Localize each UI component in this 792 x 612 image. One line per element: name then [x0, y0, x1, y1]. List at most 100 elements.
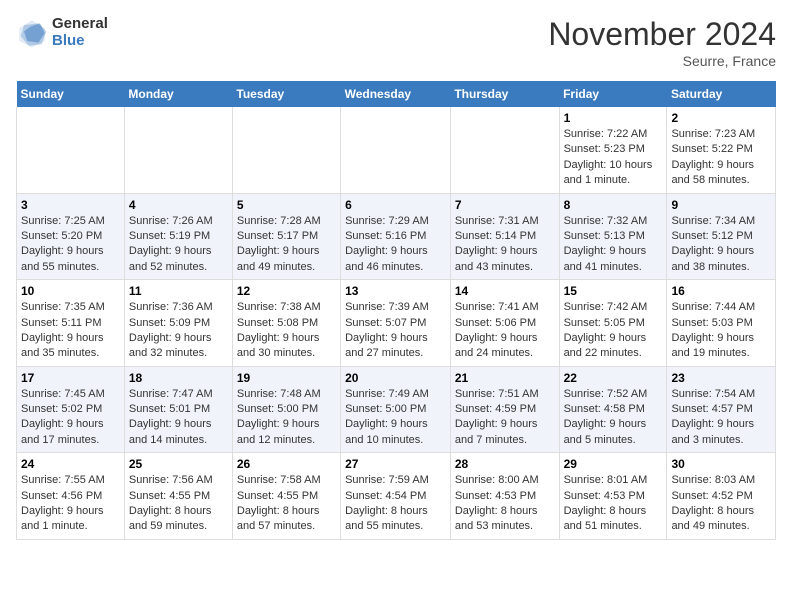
week-row-2: 3 Sunrise: 7:25 AM Sunset: 5:20 PM Daylig…	[17, 193, 776, 280]
logo: General Blue	[16, 16, 108, 49]
day-info: Sunrise: 7:42 AM Sunset: 5:05 PM Dayligh…	[564, 300, 663, 362]
day-number: 6	[345, 198, 446, 212]
day-cell	[341, 107, 451, 193]
day-cell	[124, 107, 232, 193]
day-info: Sunrise: 7:59 AM Sunset: 4:54 PM Dayligh…	[345, 473, 446, 535]
day-cell: 26Sunrise: 7:58 AM Sunset: 4:55 PM Dayli…	[232, 453, 340, 540]
day-number: 13	[345, 284, 446, 298]
day-cell: 5 Sunrise: 7:28 AM Sunset: 5:17 PM Daylig…	[232, 193, 340, 280]
title-area: November 2024 Seurre, France	[548, 16, 776, 69]
day-info: Sunrise: 7:39 AM Sunset: 5:07 PM Dayligh…	[345, 300, 446, 362]
day-info: Sunrise: 7:48 AM Sunset: 5:00 PM Dayligh…	[237, 387, 336, 449]
day-cell: 18 Sunrise: 7:47 AM Sunset: 5:01 PM Dayli…	[124, 366, 232, 453]
header-saturday: Saturday	[667, 81, 776, 107]
day-info: Sunrise: 7:25 AM Sunset: 5:20 PM Dayligh…	[21, 214, 120, 276]
day-info: Sunrise: 7:35 AM Sunset: 5:11 PM Dayligh…	[21, 300, 120, 362]
day-number: 4	[129, 198, 228, 212]
header: General Blue November 2024 Seurre, Franc…	[16, 16, 776, 69]
day-number: 28	[455, 457, 555, 471]
logo-blue-text: Blue	[52, 33, 108, 50]
day-number: 30	[671, 457, 771, 471]
day-number: 24	[21, 457, 120, 471]
day-cell: 16Sunrise: 7:44 AM Sunset: 5:03 PM Dayli…	[667, 280, 776, 367]
day-number: 22	[564, 371, 663, 385]
day-number: 14	[455, 284, 555, 298]
header-row: Sunday Monday Tuesday Wednesday Thursday…	[17, 81, 776, 107]
day-cell: 19Sunrise: 7:48 AM Sunset: 5:00 PM Dayli…	[232, 366, 340, 453]
day-info: Sunrise: 7:23 AM Sunset: 5:22 PM Dayligh…	[671, 127, 771, 189]
week-row-4: 17 Sunrise: 7:45 AM Sunset: 5:02 PM Dayli…	[17, 366, 776, 453]
calendar-table: Sunday Monday Tuesday Wednesday Thursday…	[16, 81, 776, 540]
day-number: 7	[455, 198, 555, 212]
header-thursday: Thursday	[450, 81, 559, 107]
day-number: 20	[345, 371, 446, 385]
day-cell: 30 Sunrise: 8:03 AM Sunset: 4:52 PM Dayli…	[667, 453, 776, 540]
logo-text: General Blue	[52, 16, 108, 49]
day-info: Sunrise: 7:36 AM Sunset: 5:09 PM Dayligh…	[129, 300, 228, 362]
day-cell: 14Sunrise: 7:41 AM Sunset: 5:06 PM Dayli…	[450, 280, 559, 367]
day-number: 10	[21, 284, 120, 298]
day-info: Sunrise: 7:38 AM Sunset: 5:08 PM Dayligh…	[237, 300, 336, 362]
day-info: Sunrise: 7:29 AM Sunset: 5:16 PM Dayligh…	[345, 214, 446, 276]
day-cell: 22 Sunrise: 7:52 AM Sunset: 4:58 PM Dayli…	[559, 366, 667, 453]
day-number: 21	[455, 371, 555, 385]
day-number: 17	[21, 371, 120, 385]
day-info: Sunrise: 7:26 AM Sunset: 5:19 PM Dayligh…	[129, 214, 228, 276]
day-info: Sunrise: 7:31 AM Sunset: 5:14 PM Dayligh…	[455, 214, 555, 276]
day-cell: 15 Sunrise: 7:42 AM Sunset: 5:05 PM Dayli…	[559, 280, 667, 367]
calendar-body: 1Sunrise: 7:22 AM Sunset: 5:23 PM Daylig…	[17, 107, 776, 539]
day-cell: 3 Sunrise: 7:25 AM Sunset: 5:20 PM Daylig…	[17, 193, 125, 280]
day-number: 15	[564, 284, 663, 298]
day-number: 5	[237, 198, 336, 212]
day-cell: 9Sunrise: 7:34 AM Sunset: 5:12 PM Daylig…	[667, 193, 776, 280]
day-cell: 25Sunrise: 7:56 AM Sunset: 4:55 PM Dayli…	[124, 453, 232, 540]
day-cell: 4 Sunrise: 7:26 AM Sunset: 5:19 PM Daylig…	[124, 193, 232, 280]
day-info: Sunrise: 7:45 AM Sunset: 5:02 PM Dayligh…	[21, 387, 120, 449]
header-wednesday: Wednesday	[341, 81, 451, 107]
week-row-3: 10 Sunrise: 7:35 AM Sunset: 5:11 PM Dayli…	[17, 280, 776, 367]
day-cell: 24 Sunrise: 7:55 AM Sunset: 4:56 PM Dayli…	[17, 453, 125, 540]
day-cell: 7 Sunrise: 7:31 AM Sunset: 5:14 PM Daylig…	[450, 193, 559, 280]
day-number: 23	[671, 371, 771, 385]
week-row-1: 1Sunrise: 7:22 AM Sunset: 5:23 PM Daylig…	[17, 107, 776, 193]
day-info: Sunrise: 7:28 AM Sunset: 5:17 PM Dayligh…	[237, 214, 336, 276]
day-number: 26	[237, 457, 336, 471]
day-info: Sunrise: 7:32 AM Sunset: 5:13 PM Dayligh…	[564, 214, 663, 276]
day-cell: 12 Sunrise: 7:38 AM Sunset: 5:08 PM Dayli…	[232, 280, 340, 367]
day-cell: 1Sunrise: 7:22 AM Sunset: 5:23 PM Daylig…	[559, 107, 667, 193]
day-info: Sunrise: 7:56 AM Sunset: 4:55 PM Dayligh…	[129, 473, 228, 535]
day-number: 11	[129, 284, 228, 298]
day-info: Sunrise: 7:51 AM Sunset: 4:59 PM Dayligh…	[455, 387, 555, 449]
day-info: Sunrise: 8:03 AM Sunset: 4:52 PM Dayligh…	[671, 473, 771, 535]
day-number: 8	[564, 198, 663, 212]
week-row-5: 24 Sunrise: 7:55 AM Sunset: 4:56 PM Dayli…	[17, 453, 776, 540]
day-number: 18	[129, 371, 228, 385]
day-info: Sunrise: 7:22 AM Sunset: 5:23 PM Dayligh…	[564, 127, 663, 189]
header-friday: Friday	[559, 81, 667, 107]
day-cell: 8 Sunrise: 7:32 AM Sunset: 5:13 PM Daylig…	[559, 193, 667, 280]
day-cell: 28 Sunrise: 8:00 AM Sunset: 4:53 PM Dayli…	[450, 453, 559, 540]
day-cell	[450, 107, 559, 193]
day-cell: 23Sunrise: 7:54 AM Sunset: 4:57 PM Dayli…	[667, 366, 776, 453]
logo-icon	[16, 17, 48, 49]
day-info: Sunrise: 7:47 AM Sunset: 5:01 PM Dayligh…	[129, 387, 228, 449]
day-info: Sunrise: 7:49 AM Sunset: 5:00 PM Dayligh…	[345, 387, 446, 449]
day-number: 12	[237, 284, 336, 298]
day-number: 2	[671, 111, 771, 125]
month-title: November 2024	[548, 16, 776, 53]
day-number: 16	[671, 284, 771, 298]
day-info: Sunrise: 8:00 AM Sunset: 4:53 PM Dayligh…	[455, 473, 555, 535]
day-cell: 6 Sunrise: 7:29 AM Sunset: 5:16 PM Daylig…	[341, 193, 451, 280]
header-sunday: Sunday	[17, 81, 125, 107]
header-tuesday: Tuesday	[232, 81, 340, 107]
day-cell: 11 Sunrise: 7:36 AM Sunset: 5:09 PM Dayli…	[124, 280, 232, 367]
day-number: 3	[21, 198, 120, 212]
day-cell: 17 Sunrise: 7:45 AM Sunset: 5:02 PM Dayli…	[17, 366, 125, 453]
day-cell: 13 Sunrise: 7:39 AM Sunset: 5:07 PM Dayli…	[341, 280, 451, 367]
location: Seurre, France	[548, 53, 776, 69]
day-info: Sunrise: 7:52 AM Sunset: 4:58 PM Dayligh…	[564, 387, 663, 449]
calendar-header: Sunday Monday Tuesday Wednesday Thursday…	[17, 81, 776, 107]
logo-general-text: General	[52, 16, 108, 33]
day-info: Sunrise: 7:55 AM Sunset: 4:56 PM Dayligh…	[21, 473, 120, 535]
day-cell	[232, 107, 340, 193]
